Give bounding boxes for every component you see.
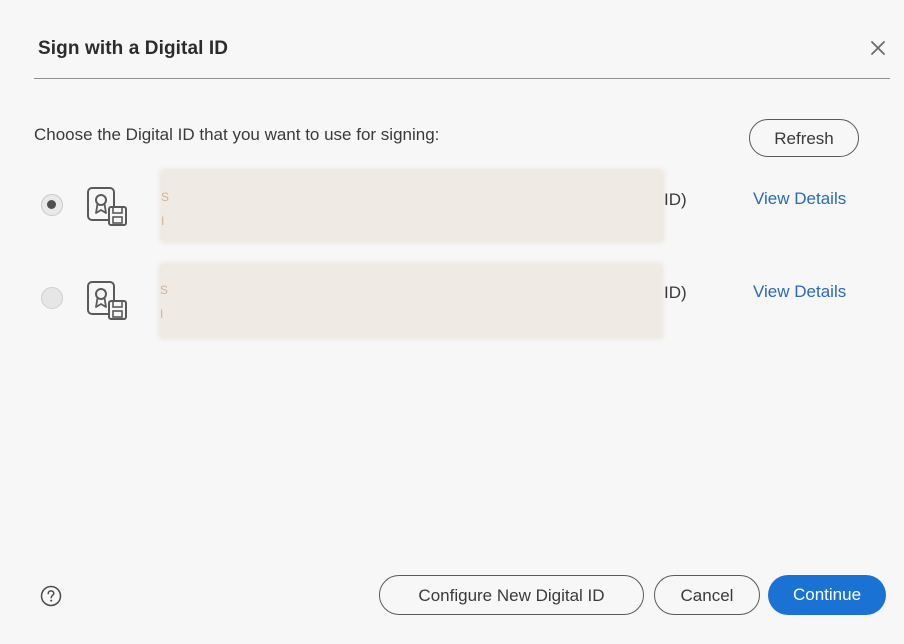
dialog-title: Sign with a Digital ID <box>38 38 229 59</box>
id-radio-1[interactable] <box>41 194 63 216</box>
choose-id-prompt: Choose the Digital ID that you want to u… <box>34 125 440 144</box>
refresh-button[interactable]: Refresh <box>749 119 859 157</box>
view-details-link-2[interactable]: View Details <box>753 282 846 302</box>
id-detail-edge-2: I <box>160 307 164 321</box>
cancel-button[interactable]: Cancel <box>654 575 760 615</box>
id-name-edge-1: S <box>161 190 170 204</box>
configure-new-digital-id-button[interactable]: Configure New Digital ID <box>379 575 644 615</box>
certificate-id-icon <box>87 187 127 226</box>
certificate-id-icon <box>87 281 127 320</box>
id-name-edge-2: S <box>160 283 169 297</box>
id-name-suffix-2: ID) <box>664 283 687 302</box>
continue-button[interactable]: Continue <box>768 575 886 615</box>
sign-digital-id-dialog: Sign with a Digital ID Choose the Digita… <box>0 0 904 644</box>
id-radio-2[interactable] <box>41 287 63 309</box>
view-details-link-1[interactable]: View Details <box>753 189 846 209</box>
close-icon[interactable] <box>866 36 890 60</box>
id-name-suffix-1: ID) <box>664 190 687 209</box>
question-circle-icon[interactable] <box>40 585 62 607</box>
id-detail-edge-1: I <box>161 214 165 228</box>
redacted-id-details-1 <box>162 171 662 241</box>
redacted-id-details-2 <box>161 265 661 337</box>
title-divider <box>34 78 890 79</box>
